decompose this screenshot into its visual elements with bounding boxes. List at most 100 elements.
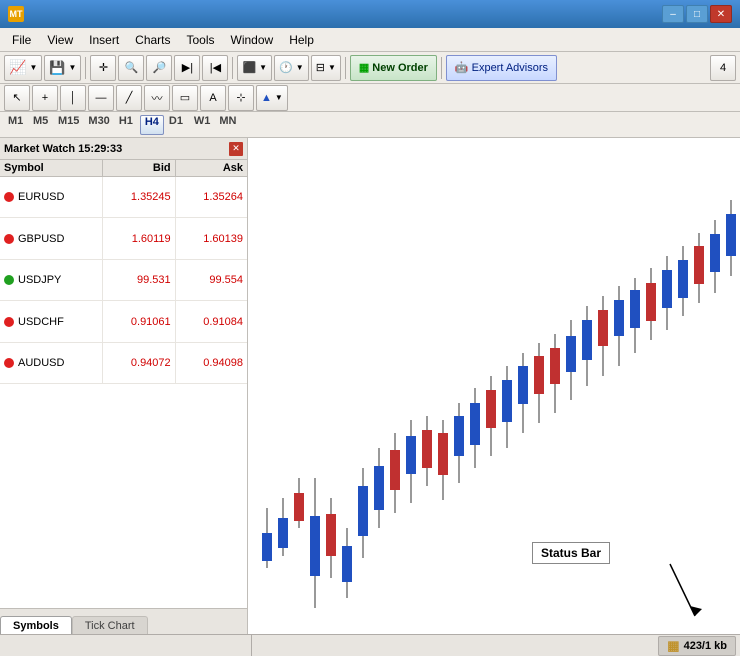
table-row[interactable]: USDJPY 99.531 99.554 [0,259,247,300]
clock-button[interactable]: 🕐 ▼ [274,55,309,81]
zoom-out-button[interactable]: 🔎 [146,55,172,81]
menu-tools[interactable]: Tools [179,31,223,49]
toolbar1: 📈 ▼ 💾 ▼ ✛ 🔍 🔎 ▶| |◀ ⬛ ▼ 🕐 ▼ ⊟ ▼ ▦ New Or… [0,52,740,84]
new-chart-button[interactable]: 📈 ▼ [4,55,42,81]
symbol-cell: USDCHF [0,301,103,342]
bid-value: 0.94072 [103,342,176,384]
bid-value: 99.531 [103,259,176,300]
vertical-line-button[interactable]: │ [60,85,86,111]
help-icon: 4 [720,62,726,74]
periods-button[interactable]: ⬛ ▼ [237,55,272,81]
periods-icon: ⬛ [242,61,256,74]
status-text: 423/1 kb [684,640,727,652]
scroll-left-icon: |◀ [210,61,221,74]
timeframe-bar: M1 M5 M15 M30 H1 H4 D1 W1 MN [0,112,740,138]
waves-button[interactable]: 〰 [144,85,170,111]
text-button[interactable]: A [200,85,226,111]
horizontal-line-button[interactable]: — [88,85,114,111]
tab-symbols[interactable]: Symbols [0,616,72,634]
table-row[interactable]: EURUSD 1.35245 1.35264 [0,177,247,218]
separator4 [441,57,442,79]
market-watch-panel: Market Watch 15:29:33 ✕ Symbol Bid Ask E… [0,138,248,634]
crosshair-icon: ✛ [99,61,108,74]
symbol-icon-usdchf [4,317,14,327]
tf-m15[interactable]: M15 [54,115,83,135]
fibonacci-button[interactable]: ⊹ [228,85,254,111]
bid-value: 0.91061 [103,301,176,342]
close-button[interactable]: ✕ [710,5,732,23]
buy-button[interactable]: ▲ ▼ [256,85,288,111]
tf-h1[interactable]: H1 [115,115,139,135]
status-item: ▦ 423/1 kb [658,636,736,656]
menu-insert[interactable]: Insert [81,31,127,49]
ask-value: 1.60139 [175,218,247,259]
ask-value: 0.94098 [175,342,247,384]
table-row[interactable]: AUDUSD 0.94072 0.94098 [0,342,247,384]
status-segments [4,635,658,656]
scroll-right-button[interactable]: ▶| [174,55,200,81]
table-row[interactable]: GBPUSD 1.60119 1.60139 [0,218,247,259]
tf-mn[interactable]: MN [215,115,240,135]
dropdown-arrow: ▼ [29,63,37,72]
new-chart-icon: 📈 [9,59,26,76]
new-order-label: New Order [372,62,428,74]
save-button[interactable]: 💾 ▼ [44,55,81,81]
symbol-cell: EURUSD [0,177,103,218]
menu-charts[interactable]: Charts [127,31,178,49]
menu-window[interactable]: Window [223,31,282,49]
crosshair-button[interactable]: ✛ [90,55,116,81]
new-order-button[interactable]: ▦ New Order [350,55,437,81]
bid-value: 1.60119 [103,218,176,259]
tf-m30[interactable]: M30 [84,115,113,135]
status-chart-icon: ▦ [667,638,679,654]
menu-help[interactable]: Help [281,31,322,49]
new-order-icon: ▦ [359,61,369,74]
menu-file[interactable]: File [4,31,39,49]
horizontal-line-icon: — [96,92,107,104]
tf-h4[interactable]: H4 [140,115,164,135]
candlestick-chart [248,138,740,634]
zoom-in-button[interactable]: 🔍 [118,55,144,81]
menu-view[interactable]: View [39,31,81,49]
separator2 [232,57,233,79]
market-watch-header: Market Watch 15:29:33 ✕ [0,138,247,160]
template-button[interactable]: ⊟ ▼ [311,55,341,81]
buy-icon: ▲ [261,92,272,104]
rectangle-button[interactable]: ▭ [172,85,198,111]
arrow-tool-button[interactable]: ↖ [4,85,30,111]
title-bar-left: MT [8,6,30,22]
maximize-button[interactable]: □ [686,5,708,23]
ea-icon: 🤖 [455,61,469,74]
tab-tick-chart[interactable]: Tick Chart [72,616,148,634]
market-watch-close[interactable]: ✕ [229,142,243,156]
trend-line-button[interactable]: ╱ [116,85,142,111]
chart-area[interactable]: Status Bar [248,138,740,634]
vertical-line-icon: │ [70,92,77,104]
template-icon: ⊟ [316,61,325,74]
scroll-left-button[interactable]: |◀ [202,55,228,81]
minimize-button[interactable]: – [662,5,684,23]
expert-advisors-button[interactable]: 🤖 Expert Advisors [446,55,557,81]
symbol-icon-usdjpy [4,275,14,285]
cross-tool-button[interactable]: + [32,85,58,111]
symbol-icon-eurusd [4,192,14,202]
tf-w1[interactable]: W1 [190,115,215,135]
tf-d1[interactable]: D1 [165,115,189,135]
symbol-cell: AUDUSD [0,342,103,384]
save-icon: 💾 [49,60,65,76]
table-row[interactable]: USDCHF 0.91061 0.91084 [0,301,247,342]
col-symbol: Symbol [0,160,103,177]
text-icon: A [209,92,216,104]
tf-m1[interactable]: M1 [4,115,28,135]
help-button[interactable]: 4 [710,55,736,81]
ask-value: 1.35264 [175,177,247,218]
bid-value: 1.35245 [103,177,176,218]
symbol-icon-audusd [4,358,14,368]
waves-icon: 〰 [152,90,163,106]
tf-m5[interactable]: M5 [29,115,53,135]
col-bid: Bid [103,160,176,177]
app-icon: MT [8,6,24,22]
zoom-in-icon: 🔍 [125,61,139,74]
mw-spacer [0,384,247,608]
market-watch-tabs: Symbols Tick Chart [0,608,247,634]
